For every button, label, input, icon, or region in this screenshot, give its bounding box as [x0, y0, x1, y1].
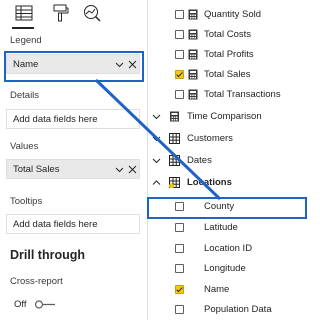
details-label: Details: [10, 90, 40, 101]
analytics-icon[interactable]: [82, 3, 102, 23]
field-checkbox[interactable]: [175, 10, 184, 19]
visualizations-pane: Legend Name Details Add data fields here…: [0, 0, 147, 320]
cross-report-label: Cross-report: [10, 276, 63, 287]
table-item-time-comparison[interactable]: Time Comparison: [148, 107, 310, 129]
table-item-dates[interactable]: Dates: [148, 151, 310, 173]
field-label: Total Transactions: [204, 89, 281, 100]
visual-tabs: [0, 0, 147, 30]
field-item[interactable]: Total Costs: [148, 25, 310, 47]
field-checkbox[interactable]: [175, 305, 184, 314]
field-checkbox[interactable]: [175, 90, 184, 99]
legend-field-name: Name: [13, 59, 39, 70]
tooltips-label: Tooltips: [10, 196, 43, 207]
calculator-icon: [188, 69, 198, 80]
close-icon[interactable]: [128, 165, 137, 174]
field-item[interactable]: Longitude: [148, 259, 310, 281]
field-checkbox-checked[interactable]: [175, 70, 184, 79]
field-checkbox[interactable]: [175, 223, 184, 232]
cross-report-toggle[interactable]: [33, 299, 57, 310]
field-label: County: [204, 201, 235, 212]
chevron-down-icon[interactable]: [115, 165, 124, 174]
fields-icon[interactable]: [14, 3, 34, 23]
table-label: Customers: [187, 133, 233, 144]
chevron-down-icon[interactable]: [152, 156, 161, 165]
field-checkbox[interactable]: [175, 202, 184, 211]
field-label: Latitude: [204, 222, 238, 233]
table-icon: [169, 155, 180, 166]
table-label: Dates: [187, 155, 212, 166]
calculator-icon: [188, 49, 198, 60]
details-well[interactable]: Add data fields here: [6, 109, 140, 129]
field-item-county[interactable]: County: [148, 197, 310, 219]
toggle-state-label: Off: [14, 299, 27, 310]
values-label: Values: [10, 141, 39, 152]
tooltips-well[interactable]: Add data fields here: [6, 214, 140, 234]
field-item[interactable]: Population Data: [148, 300, 310, 322]
legend-label: Legend: [10, 35, 42, 46]
fields-pane: Quantity Sold Total Costs Total Profits …: [148, 0, 310, 320]
field-label: Longitude: [204, 263, 246, 274]
field-label: Total Profits: [204, 49, 254, 60]
chevron-down-icon[interactable]: [152, 134, 161, 143]
field-label: Quantity Sold: [204, 9, 262, 20]
field-label: Total Costs: [204, 29, 251, 40]
chevron-down-icon[interactable]: [152, 112, 161, 121]
field-item[interactable]: Location ID: [148, 239, 310, 261]
legend-well[interactable]: Name: [6, 54, 140, 74]
field-label: Population Data: [204, 304, 272, 315]
tooltips-placeholder: Add data fields here: [13, 219, 98, 230]
calculator-icon: [188, 89, 198, 100]
calculator-icon: [188, 29, 198, 40]
field-checkbox-checked[interactable]: [175, 285, 184, 294]
field-checkbox[interactable]: [175, 50, 184, 59]
field-checkbox[interactable]: [175, 30, 184, 39]
calculator-icon: [188, 9, 198, 20]
field-checkbox[interactable]: [175, 244, 184, 253]
table-icon: [169, 133, 180, 144]
field-label: Location ID: [204, 243, 253, 254]
field-label: Name: [204, 284, 230, 295]
details-placeholder: Add data fields here: [13, 114, 98, 125]
field-item[interactable]: Total Transactions: [148, 85, 310, 107]
field-item[interactable]: Quantity Sold: [148, 5, 310, 27]
table-item-locations[interactable]: Locations: [148, 173, 310, 195]
format-paint-icon[interactable]: [50, 3, 70, 23]
field-item[interactable]: Latitude: [148, 218, 310, 240]
values-well[interactable]: Total Sales: [6, 159, 140, 179]
close-icon[interactable]: [128, 60, 137, 69]
drill-through-title: Drill through: [10, 248, 85, 262]
field-item[interactable]: Total Sales: [148, 65, 310, 87]
table-icon: [169, 177, 180, 188]
calculator-icon: [169, 111, 180, 122]
table-item-customers[interactable]: Customers: [148, 129, 310, 151]
chevron-up-icon[interactable]: [152, 178, 161, 187]
table-label: Locations: [187, 177, 232, 188]
field-label: Total Sales: [204, 69, 251, 80]
field-checkbox[interactable]: [175, 264, 184, 273]
values-field-name: Total Sales: [13, 164, 60, 175]
field-item[interactable]: Total Profits: [148, 45, 310, 67]
chevron-down-icon[interactable]: [115, 60, 124, 69]
field-item[interactable]: Name: [148, 280, 310, 302]
active-tab-indicator: [12, 27, 34, 29]
table-label: Time Comparison: [187, 111, 262, 122]
